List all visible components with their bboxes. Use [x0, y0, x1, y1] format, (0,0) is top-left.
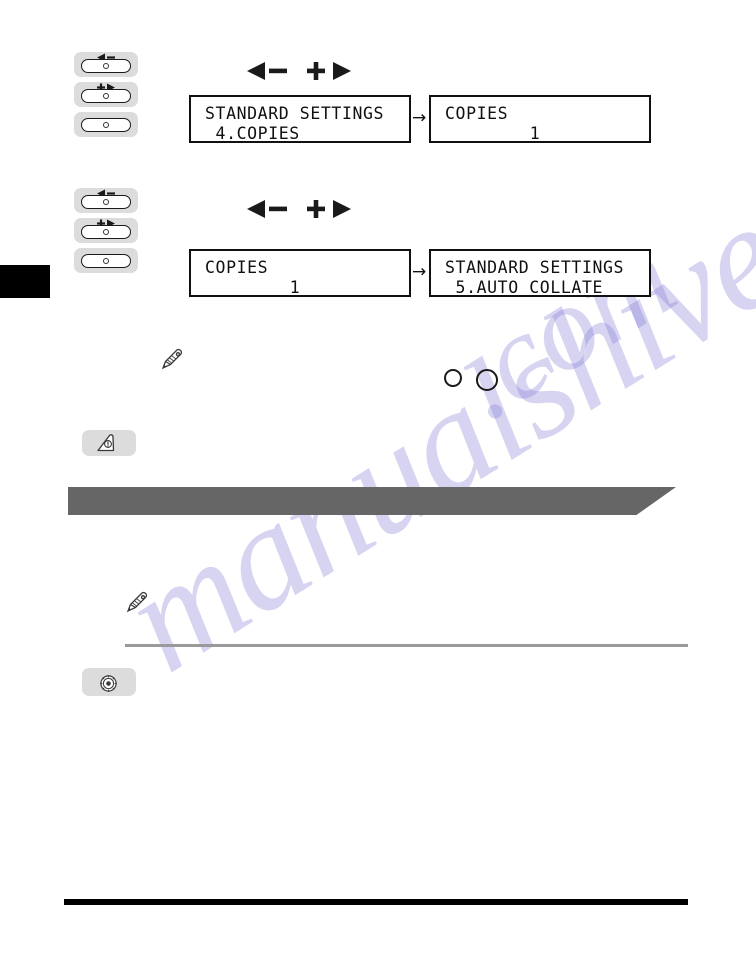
step-1-key-group	[74, 52, 138, 142]
step-1-plus-right-key[interactable]	[74, 82, 138, 107]
caution-badge	[82, 430, 136, 456]
key-dot-icon	[103, 93, 109, 99]
lcd-line-2: 5.AUTO COLLATE	[445, 278, 604, 297]
step-1-legend-right	[305, 60, 357, 86]
key-cap	[81, 118, 131, 132]
lcd-line-1: COPIES	[205, 258, 269, 277]
key-cap	[81, 195, 131, 209]
section-banner	[68, 487, 676, 515]
key-dot-icon	[103, 63, 109, 69]
step-2-key-group	[74, 188, 138, 278]
key-cap	[81, 59, 131, 73]
step-1-transition-arrow: →	[412, 108, 427, 128]
pencil-note-icon-lower	[124, 591, 150, 620]
chapter-tab-marker	[0, 265, 50, 298]
key-cap	[81, 254, 131, 268]
lcd-line-2: 1	[289, 278, 301, 297]
gear-target-icon	[99, 674, 118, 698]
key-dot-icon	[103, 199, 109, 205]
step-2-legend-right	[305, 198, 357, 224]
lcd-line-2: 4.COPIES	[205, 124, 300, 143]
key-cap	[81, 89, 131, 103]
lcd-line-1: STANDARD SETTINGS	[205, 104, 385, 123]
step-1-ok-key[interactable]	[74, 112, 138, 137]
step-1-legend-left	[243, 60, 291, 86]
step-2-plus-right-key[interactable]	[74, 218, 138, 243]
inline-round-key-glyph-1	[444, 369, 462, 387]
page-footer-rule	[64, 899, 688, 905]
step-1-display-before: STANDARD SETTINGS 4.COPIES	[189, 95, 411, 143]
step-2-transition-arrow: →	[412, 262, 427, 282]
step-2-legend-left	[243, 198, 291, 224]
step-1-display-after: COPIES 1	[429, 95, 651, 143]
inline-round-key-glyph-2	[476, 369, 498, 391]
step-2-display-before: COPIES 1	[189, 249, 411, 297]
key-dot-icon	[103, 258, 109, 264]
manual-page: STANDARD SETTINGS 4.COPIES → COPIES 1 CO…	[0, 0, 756, 972]
key-dot-icon	[103, 229, 109, 235]
key-cap	[81, 225, 131, 239]
caution-triangle-icon	[96, 434, 118, 458]
lcd-line-1: STANDARD SETTINGS	[445, 258, 625, 277]
pencil-note-icon-upper	[159, 348, 185, 377]
settings-badge	[82, 668, 136, 696]
section-divider	[125, 644, 688, 647]
step-1-left-minus-key[interactable]	[74, 52, 138, 77]
step-2-left-minus-key[interactable]	[74, 188, 138, 213]
lcd-line-2: 1	[529, 124, 541, 143]
step-2-display-after: STANDARD SETTINGS 5.AUTO COLLATE	[429, 249, 651, 297]
lcd-line-1: COPIES	[445, 104, 509, 123]
step-2-ok-key[interactable]	[74, 248, 138, 273]
key-dot-icon	[103, 122, 109, 128]
